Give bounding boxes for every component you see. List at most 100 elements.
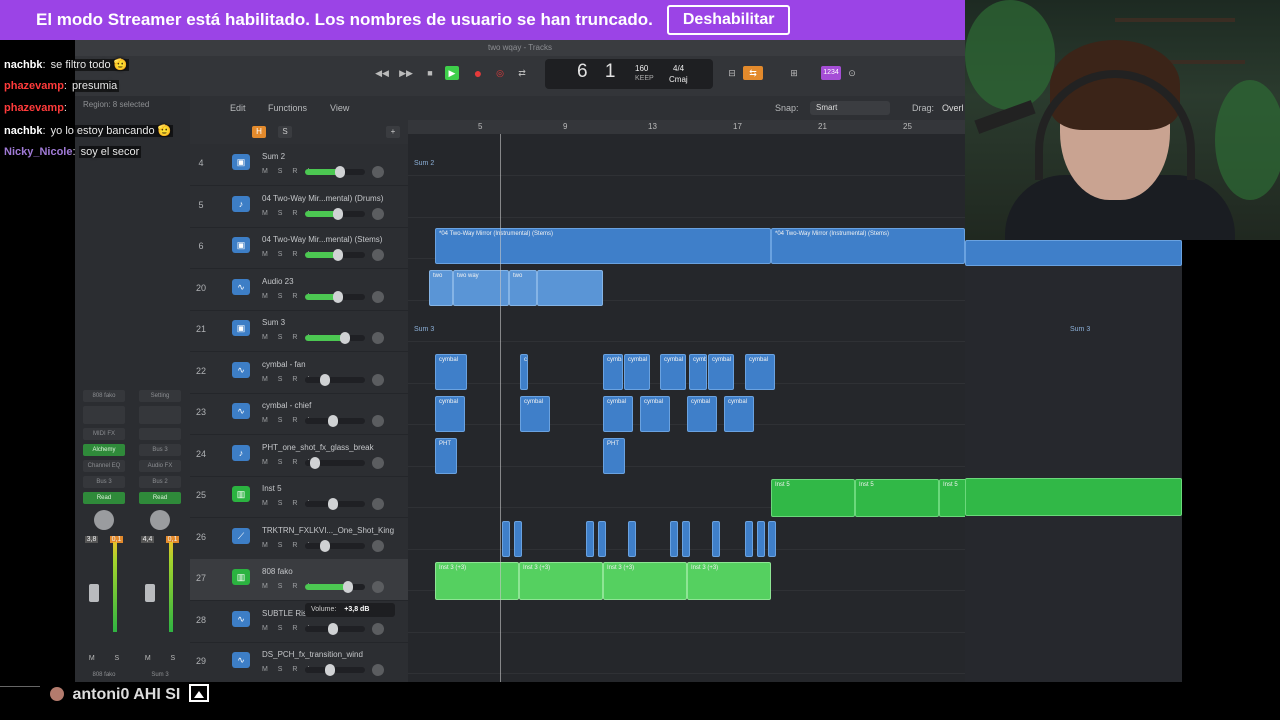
mute-button[interactable]: M [145, 655, 151, 662]
midi-fx-slot[interactable]: MIDI FX [83, 428, 125, 440]
pan-knob[interactable] [150, 510, 170, 530]
volume-thumb[interactable] [335, 166, 345, 178]
region[interactable]: two [429, 270, 453, 306]
track-row[interactable]: 26 ⟋ TRKTRN_FXLKVI..._One_Shot_King M S R I [190, 518, 408, 560]
audio-fx-slot[interactable]: Audio FX [139, 460, 181, 472]
region[interactable] [537, 270, 603, 306]
region[interactable]: Inst 3 (+3) [519, 562, 603, 600]
track-volume-slider[interactable] [305, 373, 365, 386]
region[interactable] [514, 521, 522, 557]
pan-knob[interactable] [94, 510, 114, 530]
region[interactable]: *04 Two-Way Mirror (Instrumental) (Stems… [435, 228, 771, 264]
volume-thumb[interactable] [340, 332, 350, 344]
count-in-button[interactable]: 1234 [821, 66, 841, 80]
track-row[interactable]: 27 ▥ 808 fako M S R I [190, 559, 408, 601]
track-name[interactable]: Audio 23 [262, 277, 402, 286]
setting-slot[interactable]: 808 fako [83, 390, 125, 402]
chat-username[interactable]: nachbk [4, 125, 43, 137]
send-slot[interactable]: Bus 2 [139, 476, 181, 488]
rewind-button[interactable]: ◀◀ [375, 66, 389, 80]
volume-thumb[interactable] [310, 456, 320, 469]
input-slot[interactable]: Bus 3 [139, 444, 181, 456]
region[interactable]: Inst 3 (+3) [435, 562, 519, 600]
region[interactable]: PHT [435, 438, 457, 474]
playhead[interactable] [500, 134, 501, 682]
region[interactable]: cymbal [603, 396, 633, 432]
play-button[interactable]: ▶ [445, 66, 459, 80]
volume-thumb[interactable] [320, 373, 330, 386]
track-volume-slider[interactable] [305, 664, 365, 676]
track-name[interactable]: TRKTRN_FXLKVI..._One_Shot_King [262, 526, 402, 535]
region[interactable] [598, 521, 606, 557]
track-name[interactable]: cymbal - chief [262, 401, 402, 410]
eq-slot[interactable] [83, 406, 125, 424]
region[interactable]: PHT [603, 438, 625, 474]
region[interactable] [768, 521, 776, 557]
track-volume-slider[interactable] [305, 332, 365, 344]
record-button[interactable]: ● [471, 66, 485, 80]
timeline-ruler[interactable]: 5 9 13 17 21 25 [408, 120, 965, 134]
arrange-area[interactable]: Sum 2 *04 Two-Way Mirror (Instrumental) (… [408, 134, 965, 682]
region[interactable]: cymbal [640, 396, 670, 432]
cycle-button[interactable]: ⇄ [515, 66, 529, 80]
solo-button[interactable]: S [114, 655, 119, 662]
track-name[interactable]: 808 fako [262, 567, 402, 576]
region[interactable]: cymbal [660, 354, 686, 390]
region[interactable]: cymbal [624, 354, 650, 390]
track-name[interactable]: Sum 2 [262, 152, 402, 161]
track-volume-slider[interactable] [305, 539, 365, 552]
region[interactable]: *04 Two-Way Mirror (Instrumental) (Stems… [771, 228, 965, 264]
capture-record-button[interactable]: ◎ [493, 66, 507, 80]
volume-thumb[interactable] [342, 581, 353, 593]
region[interactable]: Inst 3 (+3) [687, 562, 771, 600]
track-name[interactable]: Sum 3 [262, 318, 402, 327]
forward-button[interactable]: ▶▶ [399, 66, 413, 80]
region[interactable] [745, 521, 753, 557]
track-volume-slider[interactable] [305, 581, 365, 593]
region[interactable]: cymbal [435, 396, 465, 432]
region[interactable]: cymbal [687, 396, 717, 432]
region[interactable] [586, 521, 594, 557]
track-pan-knob[interactable] [372, 290, 384, 303]
region[interactable]: cymbal [689, 354, 707, 390]
volume-thumb[interactable] [320, 539, 330, 552]
volume-thumb[interactable] [327, 415, 338, 427]
volume-thumb[interactable] [332, 290, 343, 303]
track-pan-knob[interactable] [372, 166, 384, 178]
setting-slot[interactable]: Setting [139, 390, 181, 402]
track-pan-knob[interactable] [372, 456, 384, 469]
region[interactable]: Inst 5 [855, 479, 939, 517]
track-row[interactable]: 21 ▣ Sum 3M S R I [190, 310, 408, 352]
region[interactable] [502, 521, 510, 557]
tuner-button[interactable]: ⇆ [743, 66, 763, 80]
region[interactable] [965, 478, 1182, 516]
track-row[interactable]: 23 ∿ cymbal - chief M S R I [190, 393, 408, 435]
track-volume-slider[interactable] [305, 290, 365, 303]
region[interactable] [682, 521, 690, 557]
lcd-display[interactable]: 6 1 160 KEEP 4/4 Cmaj [545, 59, 713, 89]
track-name[interactable]: 04 Two-Way Mir...mental) (Drums) [262, 194, 402, 203]
add-track-icon[interactable]: + [386, 126, 400, 138]
chat-username[interactable]: phazevamp [4, 80, 64, 92]
track-volume-slider[interactable] [305, 498, 365, 510]
chat-username[interactable]: nachbk [4, 59, 43, 71]
chat-username[interactable]: phazevamp [4, 102, 64, 114]
volume-thumb[interactable] [332, 207, 343, 220]
track-volume-slider[interactable] [305, 456, 365, 469]
track-row[interactable]: 5 ♪ 04 Two-Way Mir...mental) (Drums) M S R … [190, 186, 408, 228]
track-pan-knob[interactable] [372, 332, 384, 344]
track-pan-knob[interactable] [372, 539, 384, 552]
functions-menu[interactable]: Functions [268, 103, 307, 113]
region[interactable]: cymbal [603, 354, 623, 390]
view-menu[interactable]: View [330, 103, 349, 113]
track-pan-knob[interactable] [372, 373, 384, 386]
automation-read-button[interactable]: Read [139, 492, 181, 504]
region[interactable]: cymbal [520, 396, 550, 432]
track-row[interactable]: 25 ▥ Inst 5M S R I [190, 476, 408, 518]
snap-select[interactable]: Smart [810, 101, 890, 115]
region[interactable]: Inst 3 (+3) [603, 562, 687, 600]
track-volume-slider[interactable] [305, 415, 365, 427]
volume-thumb[interactable] [327, 622, 338, 635]
region[interactable]: cymbal [745, 354, 775, 390]
region[interactable] [670, 521, 678, 557]
